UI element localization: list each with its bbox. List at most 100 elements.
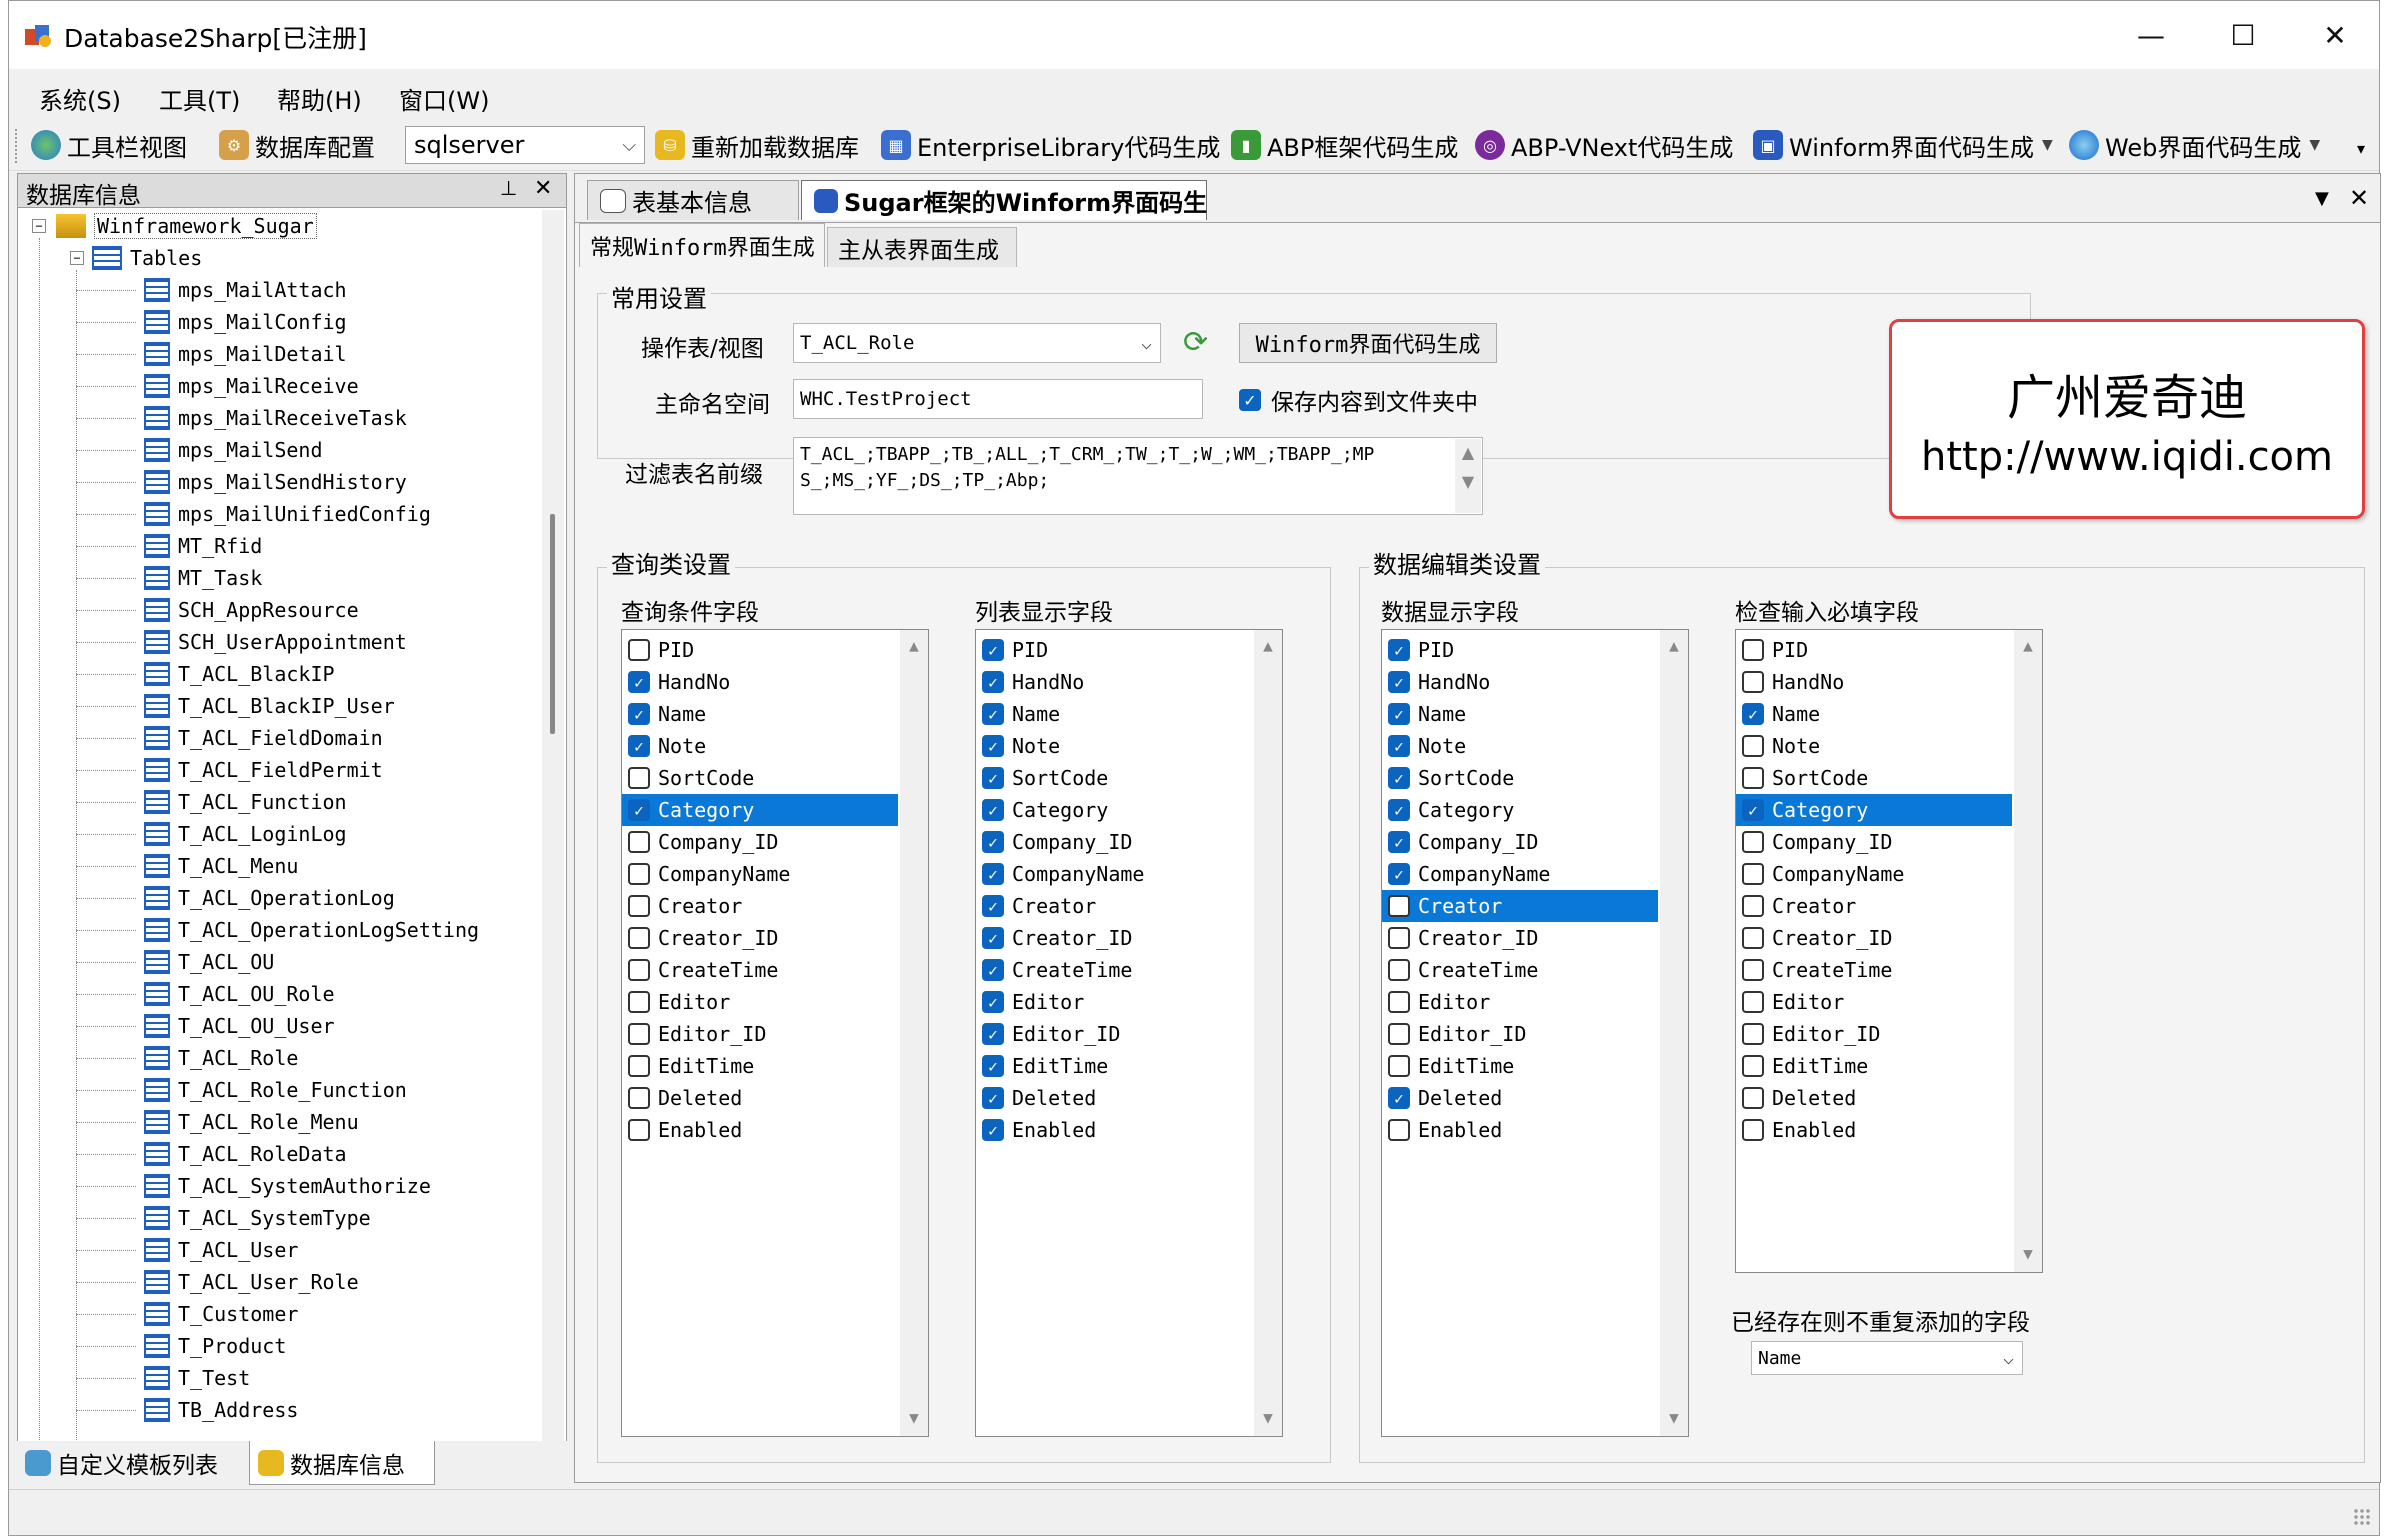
checkbox-icon[interactable] <box>1388 1119 1410 1141</box>
collapse-icon[interactable]: − <box>70 251 84 265</box>
field-row[interactable]: EditTime <box>1382 1050 1658 1082</box>
checkbox-icon[interactable]: ✓ <box>1388 1087 1410 1109</box>
toolbar-overflow-icon[interactable]: ▾ <box>2357 139 2365 158</box>
checkbox-icon[interactable]: ✓ <box>982 1055 1004 1077</box>
field-row[interactable]: ✓ Category <box>1382 794 1658 826</box>
field-row[interactable]: Enabled <box>1382 1114 1658 1146</box>
field-row[interactable]: ✓ HandNo <box>1382 666 1658 698</box>
field-row[interactable]: ✓ Note <box>622 730 898 762</box>
checkbox-icon[interactable] <box>1388 927 1410 949</box>
enterprise-library-button[interactable]: ▦ EnterpriseLibrary代码生成 <box>881 126 1220 164</box>
field-row[interactable]: ✓ Deleted <box>1382 1082 1658 1114</box>
field-row[interactable]: Company_ID <box>1736 826 2012 858</box>
tree-node-table[interactable]: T_ACL_BlackIP_User <box>76 690 395 722</box>
checkbox-icon[interactable]: ✓ <box>1742 703 1764 725</box>
field-row[interactable]: Deleted <box>622 1082 898 1114</box>
checkbox-icon[interactable]: ✓ <box>1388 831 1410 853</box>
checkbox-icon[interactable]: ✓ <box>982 767 1004 789</box>
scroll-thumb[interactable] <box>550 514 555 734</box>
subtab-normal-winform[interactable]: 常规Winform界面生成 <box>579 223 825 267</box>
checkbox-icon[interactable] <box>628 927 650 949</box>
field-row[interactable]: SortCode <box>1736 762 2012 794</box>
checkbox-icon[interactable]: ✓ <box>1388 799 1410 821</box>
menu-window[interactable]: 窗口(W) <box>399 81 489 116</box>
field-row[interactable]: Creator_ID <box>1382 922 1658 954</box>
tree-node-table[interactable]: TB_Address <box>76 1394 298 1426</box>
checkbox-icon[interactable]: ✓ <box>628 735 650 757</box>
checkbox-icon[interactable] <box>1388 1055 1410 1077</box>
checkbox-icon[interactable] <box>1388 895 1410 917</box>
listbox-scrollbar[interactable]: ▲ ▼ <box>900 630 928 1436</box>
menu-system[interactable]: 系统(S) <box>39 81 121 116</box>
checkbox-icon[interactable] <box>1742 671 1764 693</box>
field-row[interactable]: ✓ Company_ID <box>976 826 1252 858</box>
field-row[interactable]: Editor_ID <box>1736 1018 2012 1050</box>
field-row[interactable]: ✓ HandNo <box>622 666 898 698</box>
required-fields-listbox[interactable]: PID HandNo ✓ Name Note SortCode ✓ Category Compa… <box>1735 629 2043 1273</box>
abp-button[interactable]: ▮ ABP框架代码生成 <box>1231 126 1458 164</box>
listbox-scrollbar[interactable]: ▲ ▼ <box>2014 630 2042 1272</box>
tree-node-table[interactable]: mps_MailUnifiedConfig <box>76 498 431 530</box>
checkbox-icon[interactable]: ✓ <box>982 991 1004 1013</box>
field-row[interactable]: SortCode <box>622 762 898 794</box>
scroll-up-icon[interactable]: ▲ <box>1660 636 1688 655</box>
tree-node-table[interactable]: T_Product <box>76 1330 286 1362</box>
tree-node-database[interactable]: − Winframework_Sugar <box>32 210 317 242</box>
checkbox-icon[interactable] <box>628 767 650 789</box>
checkbox-icon[interactable] <box>628 895 650 917</box>
checkbox-icon[interactable]: ✓ <box>982 1023 1004 1045</box>
menu-tools[interactable]: 工具(T) <box>159 81 240 116</box>
field-row[interactable]: ✓ CompanyName <box>1382 858 1658 890</box>
tab-close-icon[interactable]: ✕ <box>2349 184 2369 212</box>
tree-node-table[interactable]: SCH_AppResource <box>76 594 359 626</box>
tree-node-table[interactable]: T_ACL_SystemType <box>76 1202 371 1234</box>
checkbox-icon[interactable] <box>1742 735 1764 757</box>
namespace-input[interactable]: WHC.TestProject <box>793 379 1203 419</box>
checkbox-icon[interactable] <box>628 991 650 1013</box>
field-row[interactable]: Editor_ID <box>1382 1018 1658 1050</box>
tree-node-table[interactable]: mps_MailSendHistory <box>76 466 407 498</box>
scroll-down-icon[interactable]: ▼ <box>1660 1408 1688 1427</box>
field-row[interactable]: Enabled <box>622 1114 898 1146</box>
checkbox-icon[interactable]: ✓ <box>982 735 1004 757</box>
tree-node-table[interactable]: mps_MailConfig <box>76 306 347 338</box>
checkbox-icon[interactable]: ✓ <box>982 895 1004 917</box>
checkbox-icon[interactable]: ✓ <box>982 799 1004 821</box>
checkbox-icon[interactable] <box>1742 767 1764 789</box>
checkbox-icon[interactable] <box>628 831 650 853</box>
tree-node-table[interactable]: MT_Rfid <box>76 530 262 562</box>
checkbox-icon[interactable] <box>1742 1087 1764 1109</box>
dropdown-arrow-icon[interactable]: ▼ <box>2309 137 2320 153</box>
field-row[interactable]: PID <box>622 634 898 666</box>
checkbox-icon[interactable]: ✓ <box>628 671 650 693</box>
tab-table-basic-info[interactable]: 表基本信息 <box>587 180 799 220</box>
checkbox-icon[interactable] <box>1742 991 1764 1013</box>
checkbox-icon[interactable] <box>1742 831 1764 853</box>
subtab-master-detail[interactable]: 主从表界面生成 <box>827 227 1017 267</box>
collapse-icon[interactable]: − <box>32 219 46 233</box>
tab-database-info[interactable]: 数据库信息 <box>249 1441 435 1485</box>
tab-sugar-winform[interactable]: Sugar框架的Winform界面码生 <box>801 180 1207 220</box>
tree-node-table[interactable]: mps_MailReceiveTask <box>76 402 407 434</box>
tree-node-table[interactable]: T_ACL_OU <box>76 946 274 978</box>
checkbox-icon[interactable]: ✓ <box>982 863 1004 885</box>
tree-node-table[interactable]: T_ACL_Role <box>76 1042 298 1074</box>
checkbox-icon[interactable]: ✓ <box>1388 671 1410 693</box>
field-row[interactable]: ✓ Creator_ID <box>976 922 1252 954</box>
tree-scrollbar[interactable] <box>542 210 564 1442</box>
field-row[interactable]: Note <box>1736 730 2012 762</box>
checkbox-icon[interactable] <box>628 639 650 661</box>
field-row[interactable]: EditTime <box>1736 1050 2012 1082</box>
minimize-button[interactable]: — <box>2105 1 2197 69</box>
field-row[interactable]: ✓ Name <box>622 698 898 730</box>
tree-node-table[interactable]: T_Customer <box>76 1298 298 1330</box>
scroll-down-icon[interactable]: ▼ <box>1254 1408 1282 1427</box>
filter-prefix-textarea[interactable]: T_ACL_;TBAPP_;TB_;ALL_;T_CRM_;TW_;T_;W_;… <box>793 437 1483 515</box>
tree-node-table[interactable]: T_ACL_BlackIP <box>76 658 335 690</box>
checkbox-icon[interactable]: ✓ <box>982 831 1004 853</box>
scroll-down-icon[interactable]: ▼ <box>900 1408 928 1427</box>
checkbox-icon[interactable] <box>628 863 650 885</box>
field-row[interactable]: ✓ HandNo <box>976 666 1252 698</box>
field-row[interactable]: Creator <box>622 890 898 922</box>
tree-node-table[interactable]: T_ACL_User_Role <box>76 1266 359 1298</box>
